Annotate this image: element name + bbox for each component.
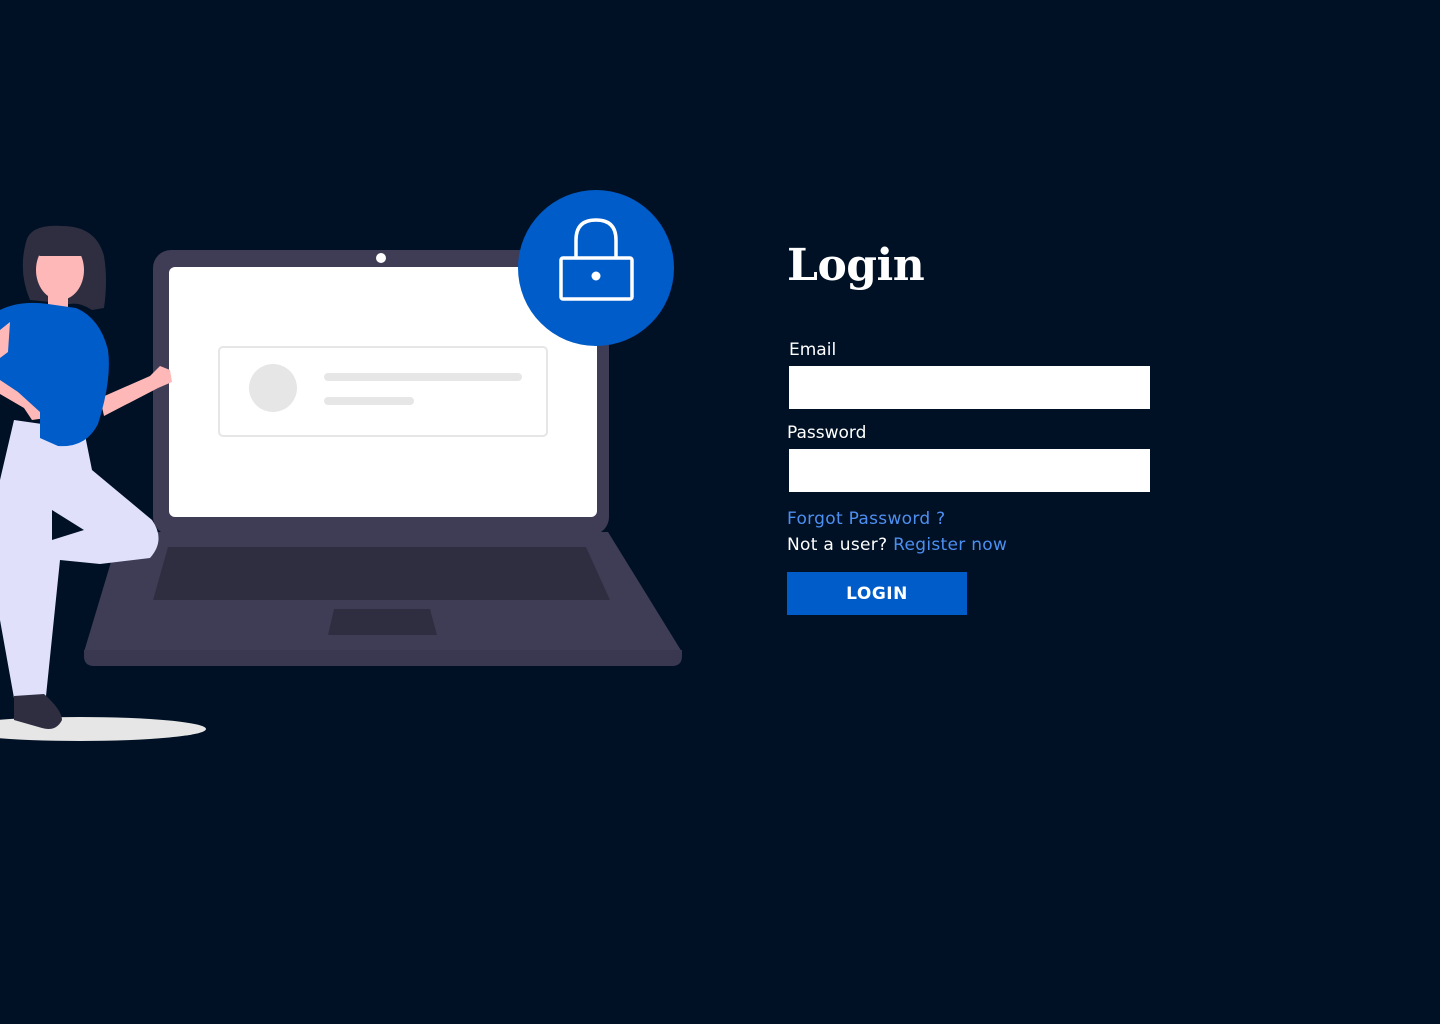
- register-link[interactable]: Register now: [893, 535, 1007, 555]
- lock-badge: [518, 190, 674, 346]
- login-form: Login Email Password Forgot Password ? N…: [787, 238, 1187, 615]
- login-title: Login: [787, 240, 925, 291]
- email-input[interactable]: [789, 366, 1150, 409]
- forgot-password-link[interactable]: Forgot Password ?: [787, 509, 945, 529]
- password-label: Password: [787, 423, 867, 443]
- login-illustration: [0, 190, 682, 741]
- login-button[interactable]: LOGIN: [787, 572, 967, 615]
- email-label: Email: [789, 340, 837, 360]
- auth-links: Forgot Password ? Not a user? Register n…: [787, 506, 1187, 558]
- password-input[interactable]: [789, 449, 1150, 492]
- login-page: Login Email Password Forgot Password ? N…: [0, 0, 1440, 1024]
- not-user-text: Not a user?: [787, 535, 888, 555]
